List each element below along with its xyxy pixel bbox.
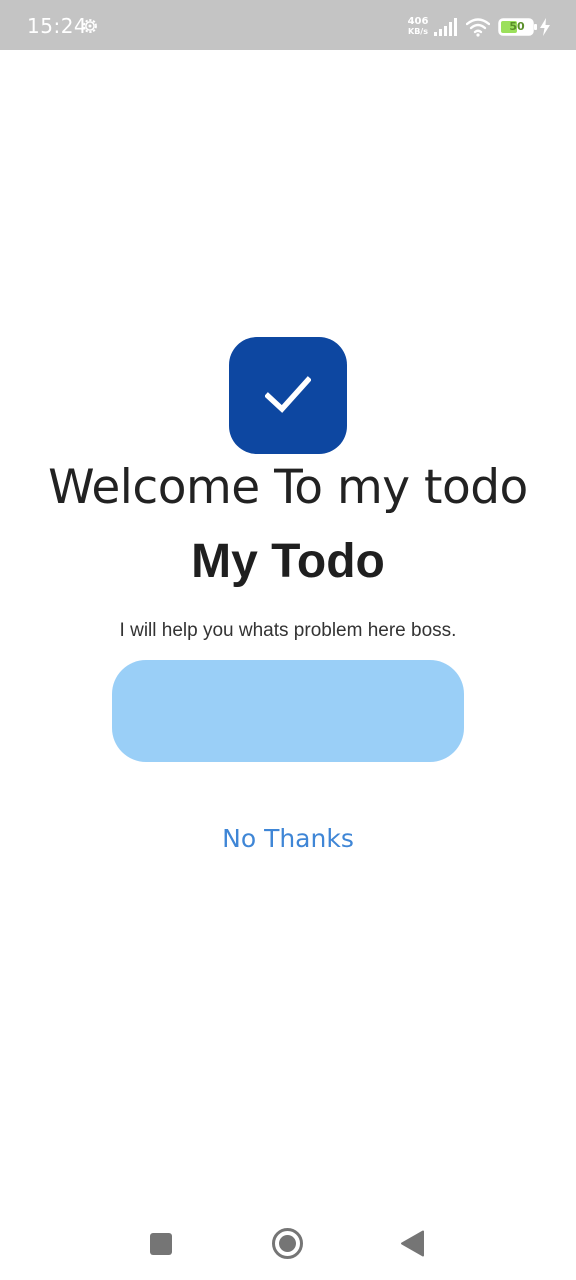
status-time: 15:24 <box>27 14 88 38</box>
charging-bolt-icon <box>540 18 550 36</box>
wifi-icon <box>466 18 490 37</box>
checkmark-icon <box>265 376 311 413</box>
subtitle-text: I will help you whats problem here boss. <box>119 620 457 641</box>
app-logo <box>229 337 347 454</box>
network-speed-value: 406 <box>407 16 429 27</box>
square-recents-icon[interactable] <box>150 1233 172 1255</box>
no-thanks-button[interactable]: No Thanks <box>188 818 388 858</box>
welcome-title: Welcome To my todo <box>48 460 528 515</box>
gear-icon <box>83 19 97 33</box>
app-name-heading: My Todo <box>191 535 385 588</box>
status-bar: 15:24 406 KB/s 50 <box>0 0 576 50</box>
battery-level: 50 <box>509 20 525 33</box>
network-speed-unit: KB/s <box>408 27 428 36</box>
get-started-button[interactable] <box>112 660 464 762</box>
circle-home-icon[interactable] <box>271 1227 304 1260</box>
triangle-back-icon[interactable] <box>400 1230 425 1257</box>
network-speed: 406 KB/s <box>405 16 431 37</box>
cellular-signal-icon <box>434 18 457 36</box>
